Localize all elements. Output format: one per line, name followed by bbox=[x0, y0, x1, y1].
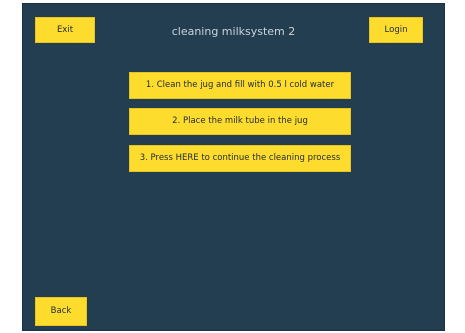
step-2-button[interactable]: 2. Place the milk tube in the jug bbox=[129, 108, 351, 135]
login-button-label: Login bbox=[384, 24, 408, 35]
continue-cleaning-button[interactable]: 3. Press HERE to continue the cleaning p… bbox=[129, 145, 351, 172]
back-button[interactable]: Back bbox=[35, 297, 87, 326]
step-3-label: 3. Press HERE to continue the cleaning p… bbox=[139, 153, 341, 164]
cleaning-screen: Exit cleaning milksystem 2 Login 1. Clea… bbox=[22, 3, 445, 331]
login-button[interactable]: Login bbox=[369, 17, 423, 43]
step-1-label: 1. Clean the jug and fill with 0.5 l col… bbox=[145, 80, 335, 91]
back-button-label: Back bbox=[50, 306, 72, 317]
step-2-label: 2. Place the milk tube in the jug bbox=[172, 116, 308, 127]
step-1-button[interactable]: 1. Clean the jug and fill with 0.5 l col… bbox=[129, 72, 351, 99]
